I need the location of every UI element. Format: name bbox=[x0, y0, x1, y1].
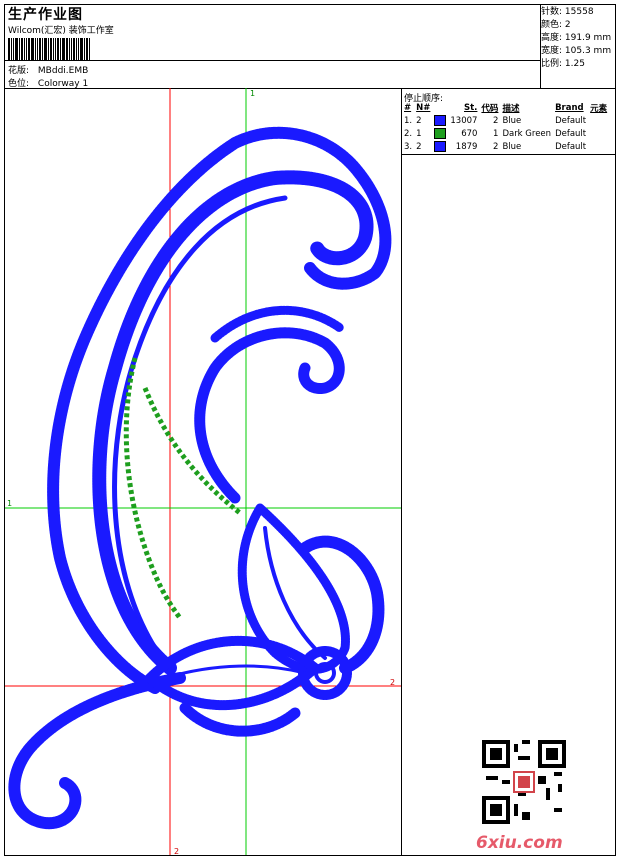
page-title: 生产作业图 bbox=[8, 7, 83, 23]
guide-label-top: 1 bbox=[250, 89, 255, 98]
stat-colors: 颜色: 2 bbox=[541, 20, 571, 30]
design-value: MBddi.EMB bbox=[37, 66, 89, 76]
qr-code bbox=[482, 740, 566, 824]
table-divider bbox=[401, 154, 616, 155]
col-stitches: St. bbox=[464, 102, 478, 113]
col-desc: 描述 bbox=[502, 103, 520, 114]
design-row: 花版: MBddi.EMB bbox=[8, 63, 88, 76]
barcode bbox=[8, 38, 108, 60]
color-swatch bbox=[434, 141, 447, 152]
design-label: 花版: bbox=[8, 66, 30, 76]
table-header: # N# St. 代码 描述 Brand 元素 bbox=[402, 101, 609, 114]
green-accent-stitch bbox=[123, 357, 183, 620]
col-code: 代码 bbox=[481, 103, 499, 114]
col-element: 元素 bbox=[590, 103, 608, 114]
company-divider bbox=[4, 60, 540, 61]
stats-panel: 针数: 15558 颜色: 2 高度: 191.9 mm 宽度: 105.3 m… bbox=[541, 6, 611, 71]
stat-height: 高度: 191.9 mm bbox=[541, 33, 612, 43]
guide-label-bottom: 2 bbox=[174, 847, 179, 855]
guide-label-right: 2 bbox=[390, 678, 395, 687]
watermark: 6xiu.com bbox=[476, 833, 563, 853]
panel-divider bbox=[401, 88, 402, 856]
col-brand: Brand bbox=[555, 102, 584, 113]
stat-width: 宽度: 105.3 mm bbox=[541, 46, 612, 56]
col-num: # bbox=[404, 102, 412, 113]
embroidery-design: 1 1 2 2 bbox=[5, 88, 401, 855]
col-n: N# bbox=[416, 102, 431, 113]
guide-label-left: 1 bbox=[7, 499, 12, 508]
table-row: 3. 2 1879 2 Blue Default bbox=[404, 141, 587, 152]
table-row: 2. 1 670 1 Dark Green Default bbox=[404, 128, 587, 139]
color-table: # N# St. 代码 描述 Brand 元素 1. 2 13007 2 Blue D… bbox=[402, 101, 609, 153]
stat-scale: 比例: 1.25 bbox=[541, 59, 585, 69]
company-name: Wilcom(汇宏) 装饰工作室 bbox=[8, 26, 114, 36]
color-swatch bbox=[434, 128, 447, 139]
col-swatch bbox=[432, 101, 448, 114]
table-row: 1. 2 13007 2 Blue Default bbox=[404, 115, 587, 126]
color-swatch bbox=[434, 115, 447, 126]
stat-stitches: 针数: 15558 bbox=[541, 7, 594, 17]
